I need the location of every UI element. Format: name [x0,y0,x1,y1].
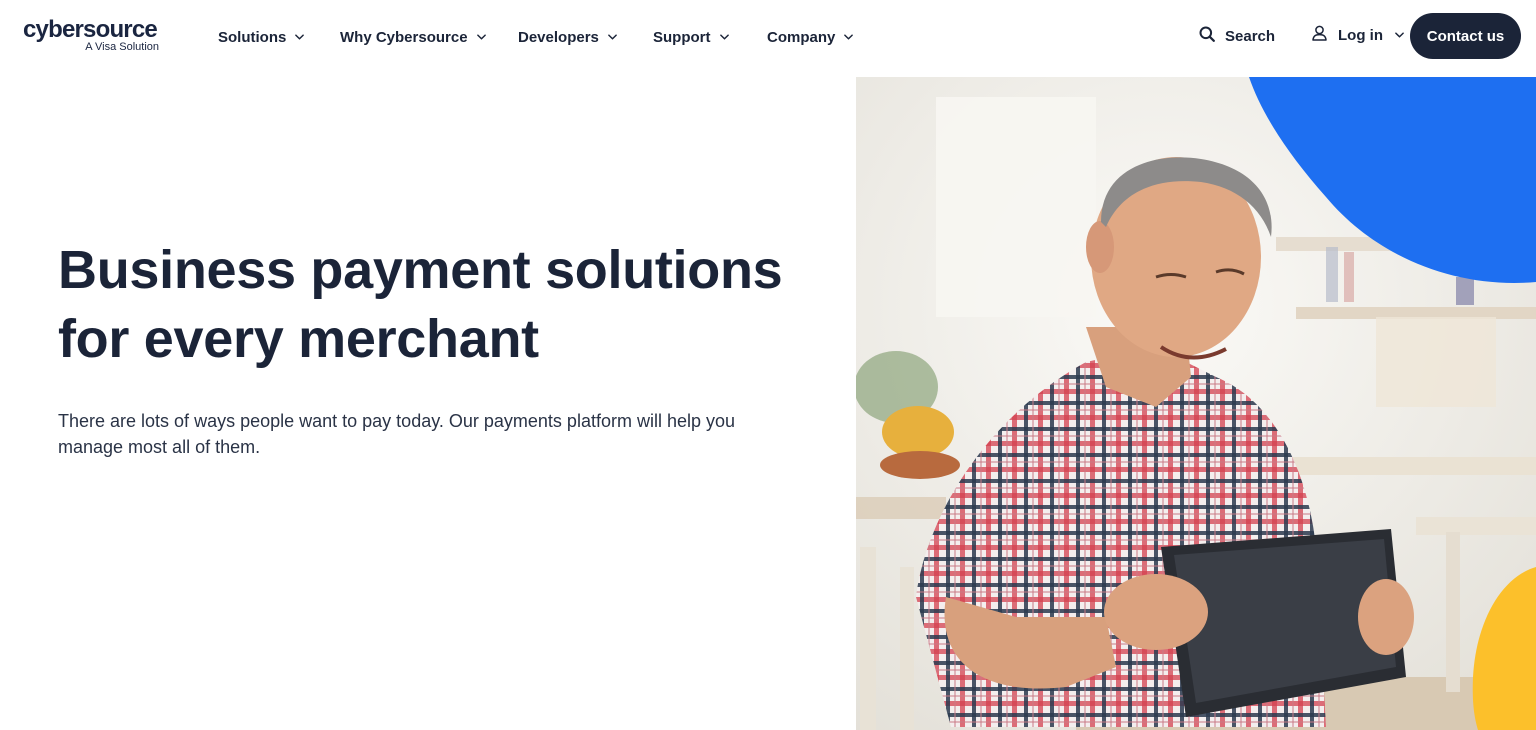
nav-item-label: Developers [518,28,599,46]
search-icon [1199,26,1225,46]
nav-item-solutions[interactable]: Solutions [218,27,305,47]
search-button[interactable]: Search [1199,26,1275,46]
hero-image [856,77,1536,730]
top-navigation: cybersource A Visa Solution Solutions Wh… [0,0,1536,76]
chevron-down-icon [608,34,617,40]
nav-item-company[interactable]: Company [767,27,854,47]
contact-us-button[interactable]: Contact us [1410,13,1521,59]
cybersource-logo[interactable]: cybersource A Visa Solution [23,16,163,56]
nav-item-label: Company [767,28,836,46]
nav-item-developers[interactable]: Developers [518,27,617,47]
chevron-down-icon [844,34,854,40]
user-icon [1312,25,1338,45]
login-dropdown[interactable]: Log in [1312,25,1404,45]
hero-subtitle: There are lots of ways people want to pa… [58,411,736,457]
chevron-down-icon [295,34,305,40]
search-label: Search [1225,27,1276,45]
logo-wordmark: cybersource [23,16,158,43]
chevron-down-icon [476,34,486,40]
nav-item-support[interactable]: Support [653,27,729,47]
chevron-down-icon [1395,32,1404,38]
hero-title: Business payment solutions for every mer… [58,240,783,369]
nav-item-label: Solutions [218,28,287,46]
nav-item-label: Why Cybersource [340,28,468,46]
nav-item-label: Support [653,28,711,46]
nav-item-why-cybersource[interactable]: Why Cybersource [340,27,486,47]
logo-tagline: A Visa Solution [85,41,159,53]
login-label: Log in [1338,26,1383,44]
chevron-down-icon [719,34,729,40]
